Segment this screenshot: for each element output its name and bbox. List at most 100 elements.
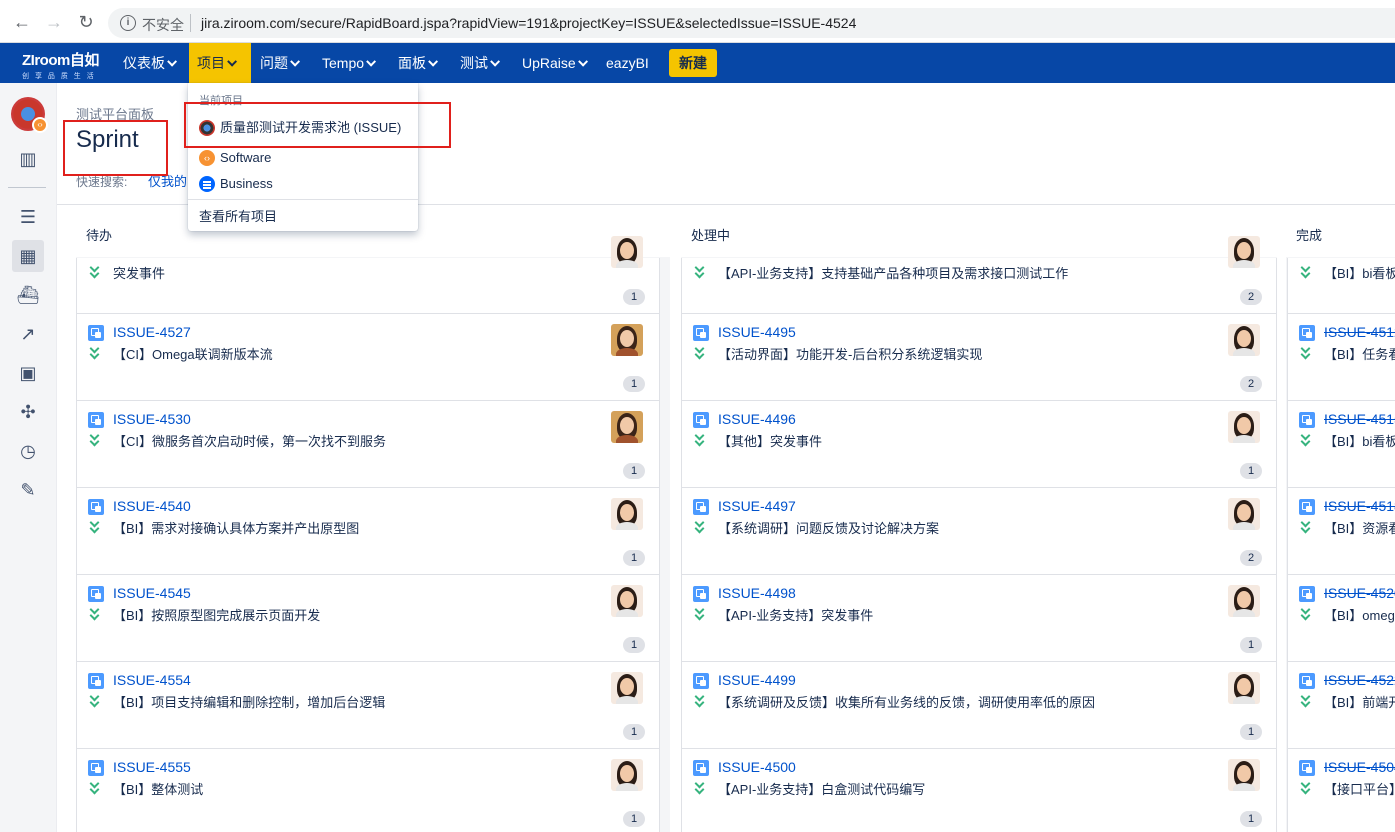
assignee-avatar[interactable] [1228, 672, 1260, 704]
assignee-avatar[interactable] [1228, 324, 1260, 356]
issue-card[interactable]: ISSUE-4554 【BI】项目支持编辑和删除控制，增加后台逻辑 1 [76, 662, 660, 749]
issue-summary: 【API-业务支持】白盒测试代码编写 [718, 782, 926, 797]
ziroom-logo[interactable]: ZIroom自如 创 享 品 质 生 活 [22, 49, 99, 81]
issue-card[interactable]: 突发事件 1 [76, 236, 660, 314]
issue-key[interactable]: ISSUE-4512 [1324, 324, 1395, 340]
issue-key[interactable]: ISSUE-4540 [113, 498, 191, 514]
issue-card[interactable]: ISSUE-4512 【BI】任务看 [1287, 314, 1395, 401]
issue-card[interactable]: ISSUE-4500 【API-业务支持】白盒测试代码编写 1 [681, 749, 1277, 832]
back-arrow-icon[interactable]: ← [12, 12, 32, 32]
issue-key[interactable]: ISSUE-4518 [1324, 498, 1395, 514]
issue-card[interactable]: ISSUE-4496 【其他】突发事件 1 [681, 401, 1277, 488]
issue-key[interactable]: ISSUE-4554 [113, 672, 191, 688]
issue-key[interactable]: ISSUE-4496 [718, 411, 796, 427]
issue-card[interactable]: ISSUE-4499 【系统调研及反馈】收集所有业务线的反馈，调研使用率低的原因 1 [681, 662, 1277, 749]
addon-puzzle-icon[interactable]: ✣ [12, 396, 44, 428]
nav-boards[interactable]: 面板 [390, 43, 446, 83]
issue-card[interactable]: ISSUE-4515 【BI】bi看板 [1287, 401, 1395, 488]
issue-key[interactable]: ISSUE-4500 [718, 759, 796, 775]
nav-label: 项目 [197, 55, 225, 71]
issue-key[interactable]: ISSUE-4495 [718, 324, 796, 340]
board-icon[interactable]: ▦ [12, 240, 44, 272]
nav-label: 仪表板 [123, 55, 165, 71]
feather-icon[interactable]: ✎ [12, 474, 44, 506]
issue-card[interactable]: ISSUE-4545 【BI】按照原型图完成展示页面开发 1 [76, 575, 660, 662]
clock-icon[interactable]: ◷ [12, 435, 44, 467]
issue-key[interactable]: ISSUE-4498 [718, 585, 796, 601]
chevron-down-icon [428, 56, 439, 67]
task-type-icon [693, 760, 709, 776]
issue-key[interactable]: ISSUE-4530 [113, 411, 191, 427]
stack-icon[interactable]: ☰ [12, 201, 44, 233]
issue-key[interactable]: ISSUE-4545 [113, 585, 191, 601]
reports-icon[interactable]: ↗ [12, 318, 44, 350]
task-type-icon [1299, 412, 1315, 428]
issue-card[interactable]: ISSUE-4518 【BI】资源看 [1287, 488, 1395, 575]
nav-dashboards[interactable]: 仪表板 [115, 43, 185, 83]
assignee-avatar[interactable] [611, 585, 643, 617]
issue-card[interactable]: ISSUE-4530 【CI】微服务首次启动时候，第一次找不到服务 1 [76, 401, 660, 488]
assignee-avatar[interactable] [611, 236, 643, 268]
chevron-down-icon [490, 56, 501, 67]
issue-key[interactable]: ISSUE-4522 [1324, 672, 1395, 688]
assignee-avatar[interactable] [611, 411, 643, 443]
task-type-icon [88, 760, 104, 776]
dropdown-item-software[interactable]: ‹› Software [188, 145, 418, 171]
issue-key[interactable]: ISSUE-4504 [1324, 759, 1395, 775]
issue-card[interactable]: 【API-业务支持】支持基础产品各种项目及需求接口测试工作 2 [681, 236, 1277, 314]
backlog-icon[interactable]: ▥ [12, 143, 44, 175]
assignee-avatar[interactable] [1228, 585, 1260, 617]
reload-icon[interactable]: ↻ [76, 12, 96, 32]
issue-key[interactable]: ISSUE-4527 [113, 324, 191, 340]
address-bar[interactable]: i 不安全 jira.ziroom.com/secure/RapidBoard.… [108, 8, 1395, 38]
assignee-avatar[interactable] [611, 672, 643, 704]
issue-card[interactable]: ISSUE-4555 【BI】整体测试 1 [76, 749, 660, 832]
assignee-avatar[interactable] [1228, 759, 1260, 791]
priority-low-icon [1300, 517, 1314, 534]
priority-low-icon [694, 430, 708, 447]
issue-card[interactable]: ISSUE-4540 【BI】需求对接确认具体方案并产出原型图 1 [76, 488, 660, 575]
issue-key[interactable]: ISSUE-4497 [718, 498, 796, 514]
issue-card[interactable]: ISSUE-4498 【API-业务支持】突发事件 1 [681, 575, 1277, 662]
issue-card[interactable]: ISSUE-4495 【活动界面】功能开发-后台积分系统逻辑实现 2 [681, 314, 1277, 401]
issue-card[interactable]: ISSUE-4497 【系统调研】问题反馈及讨论解决方案 2 [681, 488, 1277, 575]
issue-card[interactable]: ISSUE-4520 【BI】omega [1287, 575, 1395, 662]
issue-card[interactable]: ISSUE-4522 【BI】前端开 [1287, 662, 1395, 749]
assignee-avatar[interactable] [1228, 498, 1260, 530]
nav-tests[interactable]: 测试 [452, 43, 508, 83]
project-avatar[interactable]: ‹› [11, 97, 48, 133]
nav-label: 面板 [398, 55, 426, 71]
issue-key[interactable]: ISSUE-4555 [113, 759, 191, 775]
priority-low-icon [694, 262, 708, 279]
info-icon[interactable]: i [120, 15, 136, 31]
logo-tagline: 创 享 品 质 生 活 [22, 73, 96, 80]
tests-icon[interactable]: ▣ [12, 357, 44, 389]
issue-key[interactable]: ISSUE-4520 [1324, 585, 1395, 601]
issue-key[interactable]: ISSUE-4515 [1324, 411, 1395, 427]
nav-issues[interactable]: 问题 [252, 43, 308, 83]
issue-key[interactable]: ISSUE-4499 [718, 672, 796, 688]
forward-arrow-icon[interactable]: → [44, 12, 64, 32]
ship-icon[interactable]: ⛴ [12, 279, 44, 311]
assignee-avatar[interactable] [1228, 411, 1260, 443]
task-type-icon [88, 325, 104, 341]
assignee-avatar[interactable] [611, 324, 643, 356]
assignee-avatar[interactable] [1228, 236, 1260, 268]
issue-card[interactable]: 【BI】bi看板 [1287, 258, 1395, 314]
create-button[interactable]: 新建 [669, 49, 717, 77]
issue-summary: 【BI】资源看 [1324, 521, 1395, 536]
url-text[interactable]: jira.ziroom.com/secure/RapidBoard.jspa?r… [201, 15, 856, 31]
nav-eazybi[interactable]: eazyBI [598, 43, 657, 83]
nav-projects[interactable]: 项目 [189, 43, 251, 83]
view-all-projects-link[interactable]: 查看所有项目 [199, 206, 277, 225]
assignee-avatar[interactable] [611, 498, 643, 530]
nav-tempo[interactable]: Tempo [314, 43, 384, 83]
issue-card[interactable]: ISSUE-4527 【CI】Omega联调新版本流 1 [76, 314, 660, 401]
priority-low-icon [694, 343, 708, 360]
dropdown-item-business[interactable]: Business [188, 171, 418, 197]
assignee-avatar[interactable] [611, 759, 643, 791]
nav-upraise[interactable]: UpRaise [514, 43, 596, 83]
issue-summary: 【系统调研】问题反馈及讨论解决方案 [718, 521, 940, 536]
issue-card[interactable]: ISSUE-4504 【接口平台】 [1287, 749, 1395, 832]
priority-low-icon [694, 517, 708, 534]
